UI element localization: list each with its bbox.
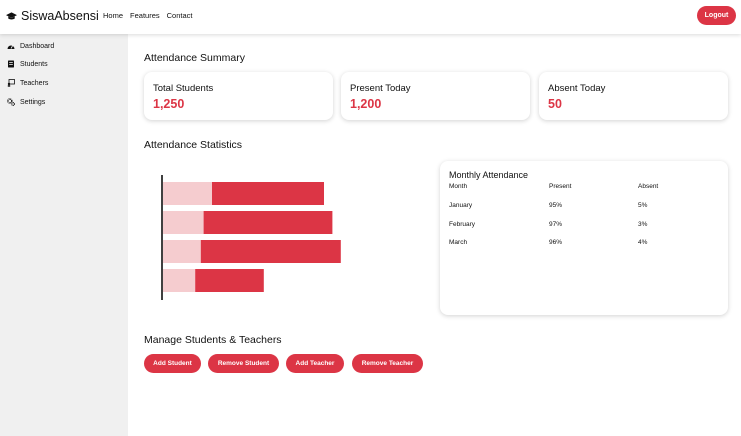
sidebar-item-settings[interactable]: Settings — [7, 98, 45, 106]
table-cell: February — [449, 220, 476, 228]
dashboard-icon — [7, 45, 15, 49]
add-teacher-button[interactable]: Add Teacher — [286, 354, 344, 373]
sidebar-item-dashboard[interactable]: Dashboard — [7, 42, 54, 50]
bar-segment-2-2 — [203, 211, 333, 234]
top-navbar: SiswaAbsensi Home Features Contact Logou… — [0, 0, 741, 34]
table-header-cell: Month — [449, 183, 468, 190]
sidebar-item-label: Dashboard — [20, 42, 55, 50]
nav-features[interactable]: Features — [130, 11, 160, 20]
monthly-attendance-card: Monthly Attendance Month Present Absent Jan… — [440, 161, 728, 315]
total-students-card: Total Students 1,250 — [144, 72, 333, 120]
card-value: 50 — [548, 97, 562, 111]
sidebar-item-teachers[interactable]: Teachers — [7, 79, 48, 87]
table-cell: January — [449, 202, 473, 209]
sidebar-item-label: Students — [20, 60, 48, 68]
students-icon — [8, 60, 14, 68]
table-cell: 5% — [638, 202, 648, 209]
bar-segment-1-2 — [212, 182, 324, 205]
monthly-attendance-title: Monthly Attendance — [449, 170, 529, 180]
brand-name: SiswaAbsensi — [21, 9, 99, 23]
bar-segment-4-1 — [163, 269, 196, 292]
teachers-icon — [7, 79, 15, 87]
sidebar-item-students[interactable]: Students — [7, 60, 48, 68]
attendance-summary-title: Attendance Summary — [144, 52, 245, 64]
present-today-card: Present Today 1,200 — [341, 72, 530, 120]
bar-segment-2-1 — [163, 211, 204, 234]
absent-today-card: Absent Today 50 — [539, 72, 728, 120]
bar-segment-1-1 — [163, 182, 212, 205]
attendance-statistics-title: Attendance Statistics — [144, 139, 243, 151]
attendance-bar-chart — [140, 163, 430, 308]
table-cell: March — [449, 239, 468, 246]
main-nav: Home Features Contact — [103, 11, 199, 20]
card-label: Total Students — [153, 83, 214, 94]
chart-svg — [161, 175, 341, 300]
table-header-cell: Absent — [638, 183, 659, 190]
remove-teacher-button[interactable]: Remove Teacher — [352, 354, 423, 373]
table-header-cell: Present — [549, 183, 572, 190]
sidebar: Dashboard Students Teachers Settings — [0, 34, 128, 436]
card-label: Absent Today — [548, 83, 606, 94]
bar-segment-4-2 — [195, 269, 264, 292]
logout-button[interactable]: Logout — [697, 6, 736, 25]
sidebar-item-label: Teachers — [20, 79, 49, 87]
sidebar-item-label: Settings — [20, 98, 46, 106]
table-cell: 95% — [549, 202, 563, 209]
card-value: 1,200 — [350, 97, 382, 111]
card-value: 1,250 — [153, 97, 185, 111]
card-label: Present Today — [350, 83, 411, 94]
table-cell: 97% — [549, 220, 563, 228]
table-cell: 96% — [549, 239, 563, 246]
manage-title: Manage Students & Teachers — [144, 334, 282, 346]
table-cell: 3% — [638, 220, 648, 228]
settings-icon — [7, 98, 15, 106]
nav-contact[interactable]: Contact — [167, 11, 193, 20]
brand[interactable]: SiswaAbsensi — [6, 9, 99, 23]
graduation-cap-icon — [6, 11, 17, 20]
bar-segment-3-1 — [163, 240, 201, 263]
nav-home[interactable]: Home — [103, 11, 123, 20]
table-cell: 4% — [638, 239, 648, 246]
remove-student-button[interactable]: Remove Student — [208, 354, 279, 373]
add-student-button[interactable]: Add Student — [144, 354, 201, 373]
bar-segment-3-2 — [200, 240, 341, 263]
